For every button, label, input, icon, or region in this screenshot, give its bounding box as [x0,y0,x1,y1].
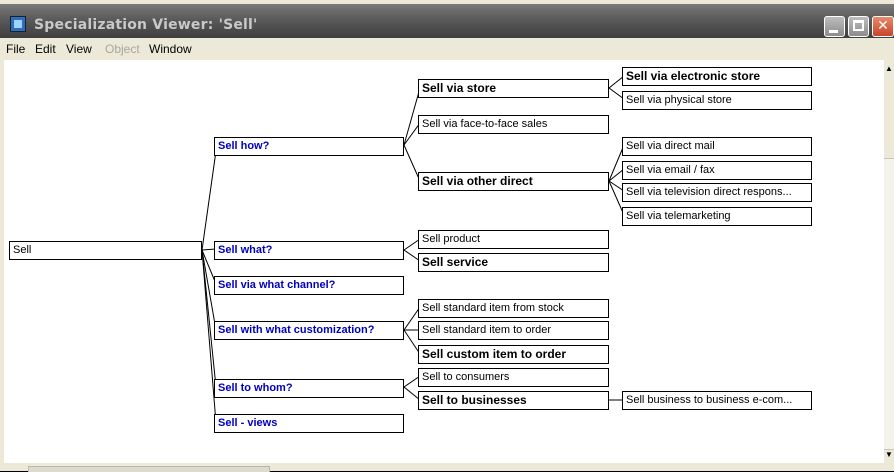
menu-object: Object [105,42,140,56]
minimize-button[interactable] [824,16,845,37]
scroll-down-arrow-icon[interactable]: ▼ [884,450,894,459]
menu-view[interactable]: View [66,42,92,56]
node-standard-to-order[interactable]: Sell standard item to order [418,321,609,340]
menu-window[interactable]: Window [149,42,192,56]
node-b2b-ecom[interactable]: Sell business to business e-com... [622,391,812,410]
node-email-fax[interactable]: Sell via email / fax [622,161,812,180]
close-icon: ✕ [877,18,889,34]
node-custom-to-order[interactable]: Sell custom item to order [418,345,609,364]
vertical-scroll-thumb[interactable] [884,158,894,450]
node-direct-mail[interactable]: Sell via direct mail [622,137,812,156]
vertical-scrollbar[interactable]: ▲ ▼ [884,60,894,463]
maximize-icon [853,20,864,31]
node-telemarketing[interactable]: Sell via telemarketing [622,207,812,226]
node-electronic-store[interactable]: Sell via electronic store [622,67,812,86]
diagram-canvas[interactable]: Sell Sell how? Sell what? Sell via what … [4,60,888,463]
node-sell-product[interactable]: Sell product [418,230,609,249]
title-bar[interactable]: Specialization Viewer: 'Sell' ✕ [0,4,894,38]
window-title: Specialization Viewer: 'Sell' [34,17,258,33]
node-root[interactable]: Sell [9,241,202,260]
node-sell-views[interactable]: Sell - views [214,414,404,433]
node-sell-other-direct[interactable]: Sell via other direct [418,172,609,191]
horizontal-scrollbar[interactable] [0,463,894,472]
node-sell-whom[interactable]: Sell to whom? [214,379,404,398]
menu-bar: File Edit View Object Window [0,38,894,60]
node-television[interactable]: Sell via television direct respons... [622,183,812,202]
node-sell-channel[interactable]: Sell via what channel? [214,276,404,295]
node-sell-how[interactable]: Sell how? [214,137,404,156]
app-icon[interactable] [10,16,26,32]
node-standard-from-stock[interactable]: Sell standard item from stock [418,299,609,318]
node-sell-what[interactable]: Sell what? [214,241,404,260]
close-button[interactable]: ✕ [872,16,894,37]
minimize-icon [829,30,838,33]
node-sell-consumers[interactable]: Sell to consumers [418,368,609,387]
maximize-button[interactable] [848,16,869,37]
menu-edit[interactable]: Edit [35,42,56,56]
horizontal-scroll-thumb[interactable] [28,466,270,472]
menu-file[interactable]: File [6,42,25,56]
node-sell-via-store[interactable]: Sell via store [418,79,609,98]
specialization-viewer-window: Specialization Viewer: 'Sell' ✕ File Edi… [0,0,894,472]
node-sell-businesses[interactable]: Sell to businesses [418,391,609,410]
node-sell-customization[interactable]: Sell with what customization? [214,321,404,340]
scroll-up-arrow-icon[interactable]: ▲ [884,64,894,73]
node-sell-face-to-face[interactable]: Sell via face-to-face sales [418,115,609,134]
node-physical-store[interactable]: Sell via physical store [622,91,812,110]
node-sell-service[interactable]: Sell service [418,253,609,272]
